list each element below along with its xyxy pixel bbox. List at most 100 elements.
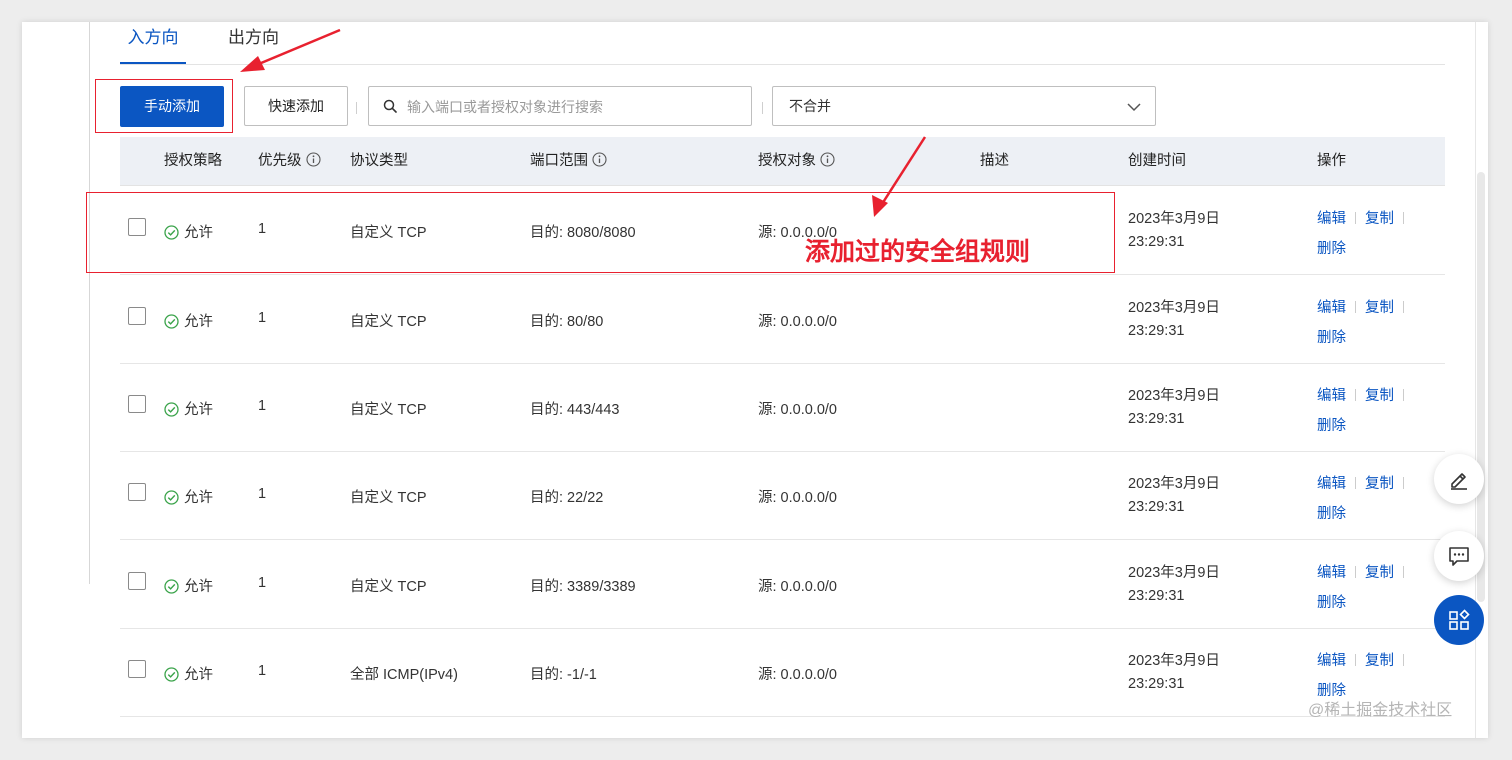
- protocol-cell: 自定义 TCP: [350, 490, 427, 506]
- action-divider: [1355, 301, 1356, 313]
- priority-cell: 1: [258, 575, 267, 591]
- edit-link[interactable]: 编辑: [1317, 211, 1346, 227]
- priority-cell: 1: [258, 486, 267, 502]
- protocol-cell: 自定义 TCP: [350, 402, 427, 418]
- edit-link[interactable]: 编辑: [1317, 388, 1346, 404]
- search-box: [368, 86, 752, 127]
- table-header: 授权策略 优先级 协议类型 端口范围 授权对象 描述 创建时间 操作: [120, 137, 1445, 186]
- action-divider: [1403, 477, 1404, 489]
- check-circle-icon: [164, 667, 179, 686]
- header-port-range: 端口范围: [530, 153, 588, 169]
- action-divider: [1355, 212, 1356, 224]
- policy-cell: 允许: [164, 398, 213, 421]
- edit-link[interactable]: 编辑: [1317, 476, 1346, 492]
- delete-link[interactable]: 删除: [1317, 506, 1346, 522]
- source-cell: 源: 0.0.0.0/0: [758, 490, 837, 506]
- header-policy: 授权策略: [164, 153, 222, 169]
- security-group-panel: 入方向 出方向 手动添加 快速添加 不合并 授权策略 优先级 协议类型 端口范围…: [22, 22, 1488, 738]
- table-row: 允许 1 自定义 TCP 目的: 443/443 源: 0.0.0.0/0 20…: [120, 363, 1445, 452]
- toolbar-divider: [762, 102, 763, 114]
- row-checkbox[interactable]: [128, 572, 146, 590]
- tab-outbound[interactable]: 出方向: [228, 26, 279, 62]
- created-cell: 2023年3月9日 23:29:31: [1128, 650, 1220, 696]
- quick-add-button[interactable]: 快速添加: [244, 86, 348, 126]
- action-divider: [1403, 301, 1404, 313]
- created-date: 2023年3月9日: [1128, 300, 1220, 316]
- created-time: 23:29:31: [1128, 499, 1185, 515]
- copy-link[interactable]: 复制: [1365, 388, 1394, 404]
- copy-link[interactable]: 复制: [1365, 565, 1394, 581]
- created-cell: 2023年3月9日 23:29:31: [1128, 473, 1220, 519]
- float-apps-button[interactable]: [1434, 595, 1484, 645]
- action-divider: [1403, 566, 1404, 578]
- policy-text: 允许: [184, 314, 213, 330]
- info-icon[interactable]: [820, 139, 835, 187]
- created-time: 23:29:31: [1128, 323, 1185, 339]
- float-chat-button[interactable]: [1434, 531, 1484, 581]
- priority-cell: 1: [258, 310, 267, 326]
- header-auth-object-group: 授权对象: [758, 137, 835, 187]
- actions-cell: 编辑 复制删除: [1317, 293, 1413, 353]
- created-cell: 2023年3月9日 23:29:31: [1128, 208, 1220, 254]
- header-created: 创建时间: [1128, 153, 1186, 169]
- row-checkbox[interactable]: [128, 395, 146, 413]
- delete-link[interactable]: 删除: [1317, 418, 1346, 434]
- chevron-down-icon: [1127, 100, 1141, 118]
- copy-link[interactable]: 复制: [1365, 211, 1394, 227]
- check-circle-icon: [164, 490, 179, 509]
- port-cell: 目的: -1/-1: [530, 667, 597, 683]
- edit-link[interactable]: 编辑: [1317, 565, 1346, 581]
- delete-link[interactable]: 删除: [1317, 330, 1346, 346]
- row-checkbox[interactable]: [128, 307, 146, 325]
- annotation-label: 添加过的安全组规则: [805, 238, 1031, 266]
- action-divider: [1355, 389, 1356, 401]
- source-cell: 源: 0.0.0.0/0: [758, 667, 837, 683]
- action-divider: [1355, 477, 1356, 489]
- actions-cell: 编辑 复制删除: [1317, 204, 1413, 264]
- created-time: 23:29:31: [1128, 411, 1185, 427]
- actions-cell: 编辑 复制删除: [1317, 469, 1413, 529]
- info-icon[interactable]: [305, 139, 321, 187]
- policy-cell: 允许: [164, 486, 213, 509]
- actions-cell: 编辑 复制删除: [1317, 558, 1413, 618]
- header-auth-object: 授权对象: [758, 153, 816, 169]
- copy-link[interactable]: 复制: [1365, 653, 1394, 669]
- edit-link[interactable]: 编辑: [1317, 653, 1346, 669]
- copy-link[interactable]: 复制: [1365, 476, 1394, 492]
- created-date: 2023年3月9日: [1128, 565, 1220, 581]
- priority-cell: 1: [258, 663, 267, 679]
- policy-text: 允许: [184, 579, 213, 595]
- toolbar-divider: [356, 102, 357, 114]
- search-input[interactable]: [405, 87, 739, 127]
- annotation-box-manual-add: [95, 79, 233, 133]
- watermark: @稀土掘金技术社区: [1308, 702, 1453, 719]
- merge-select[interactable]: 不合并: [772, 86, 1156, 126]
- policy-text: 允许: [184, 402, 213, 418]
- check-circle-icon: [164, 579, 179, 598]
- priority-cell: 1: [258, 398, 267, 414]
- scrollbar-thumb[interactable]: [1477, 172, 1485, 602]
- header-port-range-group: 端口范围: [530, 137, 607, 187]
- created-date: 2023年3月9日: [1128, 476, 1220, 492]
- copy-link[interactable]: 复制: [1365, 300, 1394, 316]
- info-icon[interactable]: [592, 139, 607, 187]
- protocol-cell: 自定义 TCP: [350, 579, 427, 595]
- row-checkbox[interactable]: [128, 483, 146, 501]
- edit-link[interactable]: 编辑: [1317, 300, 1346, 316]
- delete-link[interactable]: 删除: [1317, 241, 1346, 257]
- row-checkbox[interactable]: [128, 660, 146, 678]
- port-cell: 目的: 80/80: [530, 314, 604, 330]
- delete-link[interactable]: 删除: [1317, 595, 1346, 611]
- action-divider: [1355, 654, 1356, 666]
- source-cell: 源: 0.0.0.0/0: [758, 314, 837, 330]
- float-edit-button[interactable]: [1434, 454, 1484, 504]
- created-date: 2023年3月9日: [1128, 388, 1220, 404]
- created-time: 23:29:31: [1128, 588, 1185, 604]
- protocol-cell: 全部 ICMP(IPv4): [350, 667, 458, 683]
- table-row: 允许 1 全部 ICMP(IPv4) 目的: -1/-1 源: 0.0.0.0/…: [120, 628, 1445, 717]
- tab-inbound[interactable]: 入方向: [120, 26, 186, 64]
- created-cell: 2023年3月9日 23:29:31: [1128, 385, 1220, 431]
- check-circle-icon: [164, 314, 179, 333]
- check-circle-icon: [164, 402, 179, 421]
- actions-cell: 编辑 复制删除: [1317, 381, 1413, 441]
